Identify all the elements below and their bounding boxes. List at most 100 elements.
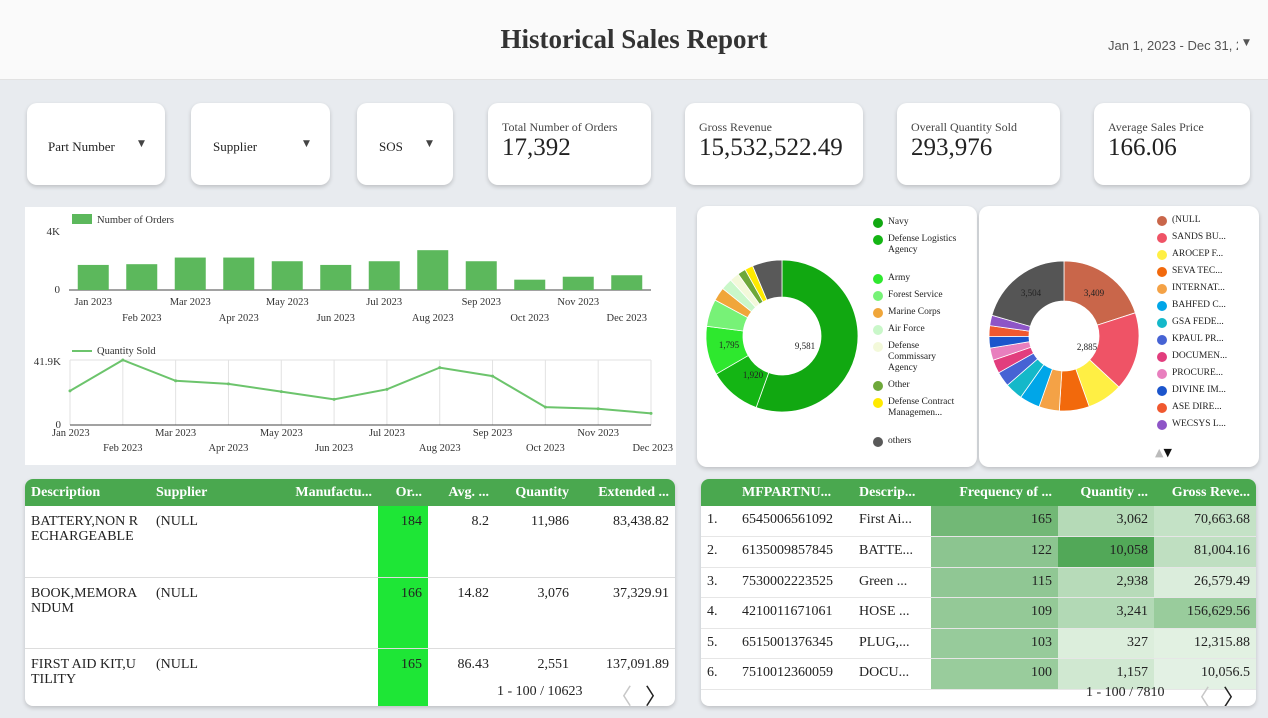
x-tick-label: Jun 2023 <box>315 443 353 454</box>
table-cell: Green ... <box>853 567 931 598</box>
column-header[interactable]: Supplier <box>150 479 275 506</box>
table-cell: BOOK,MEMORANDUM <box>31 585 138 616</box>
filter-label: Part Number <box>48 139 115 154</box>
x-tick-label: Oct 2023 <box>526 443 565 454</box>
table-row[interactable]: BATTERY,NON RECHARGEABLE (NULL 184 8.2 11,98… <box>25 506 675 577</box>
table-cell: 1. <box>701 506 736 537</box>
x-tick-label: Aug 2023 <box>412 313 454 324</box>
sos-filter[interactable]: SOS ▼ <box>357 103 453 185</box>
y-tick-label: 0 <box>55 284 61 296</box>
legend-label: others <box>888 436 912 446</box>
column-header[interactable]: Avg. ... <box>428 479 495 506</box>
table-row[interactable]: 5. 6515001376345 PLUG,... 103 327 12,315.88 <box>701 628 1256 659</box>
legend-swatch <box>1157 352 1167 362</box>
table-cell: 165 <box>931 506 1058 537</box>
x-tick-label: Mar 2023 <box>170 297 211 308</box>
chevron-right-icon[interactable]: 〉 <box>645 679 667 706</box>
column-header[interactable]: Quantity <box>495 479 575 506</box>
data-point <box>226 382 230 386</box>
table-cell: (NULL <box>156 585 198 601</box>
x-tick-label: May 2023 <box>266 297 309 308</box>
legend-swatch <box>1157 250 1167 260</box>
table-cell: 100 <box>931 658 1058 690</box>
kpi-label: Gross Revenue <box>699 120 772 134</box>
table-cell: 7510012360059 <box>736 658 853 690</box>
table-cell: 8.2 <box>471 514 490 529</box>
kpi-average-price: Average Sales Price 166.06 <box>1094 103 1250 185</box>
date-range-picker[interactable]: Jan 1, 2023 - Dec 31, 2023 <box>1108 38 1238 53</box>
column-header[interactable] <box>701 479 736 506</box>
table-row[interactable]: 3. 7530002223525 Green ... 115 2,938 26,579.4… <box>701 567 1256 598</box>
table-cell: 122 <box>931 536 1058 568</box>
column-header[interactable]: Descrip... <box>853 479 931 506</box>
legend-swatch <box>873 291 883 301</box>
table-cell: 83,438.82 <box>613 514 669 529</box>
data-point <box>332 397 336 401</box>
caret-down-icon[interactable]: ▼ <box>303 139 310 149</box>
x-tick-label: May 2023 <box>260 428 303 439</box>
legend-swatch <box>1157 318 1167 328</box>
legend-label: Other <box>888 380 910 390</box>
data-label: 3,409 <box>1084 288 1105 298</box>
kpi-label: Total Number of Orders <box>502 120 618 134</box>
table-row[interactable]: 4. 4210011671061 HOSE ... 109 3,241 156,629.5… <box>701 597 1256 629</box>
agency-donut-chart: 9,581 1,920 1,795 <box>705 259 859 413</box>
column-header[interactable]: Extended ... <box>575 479 675 506</box>
table-row[interactable]: BOOK,MEMORANDUM (NULL 166 14.82 3,076 37,329.… <box>25 577 675 648</box>
table-cell: 184 <box>378 506 428 577</box>
column-header[interactable]: MFPARTNU... <box>736 479 853 506</box>
supplier-filter[interactable]: Supplier ▼ <box>191 103 330 185</box>
table-row[interactable]: 2. 6135009857845 BATTE... 122 10,058 81,004.1… <box>701 536 1256 568</box>
legend-swatch <box>1157 216 1167 226</box>
table-cell: 4. <box>701 597 736 629</box>
legend-swatch <box>1157 284 1167 294</box>
x-tick-label: Sep 2023 <box>473 428 512 439</box>
x-tick-label: Oct 2023 <box>510 313 549 324</box>
kpi-value: 293,976 <box>911 134 993 161</box>
column-header[interactable]: Or... <box>378 479 428 506</box>
column-header[interactable]: Frequency of ... <box>931 479 1058 506</box>
legend-label: Defense Commissary Agency <box>888 341 937 373</box>
caret-down-icon[interactable]: ▼ <box>1243 38 1250 48</box>
legend-label: Marine Corps <box>888 307 941 317</box>
kpi-value: 15,532,522.49 <box>699 134 843 161</box>
x-tick-label: Apr 2023 <box>208 443 248 454</box>
x-tick-label: Sep 2023 <box>462 297 501 308</box>
bar <box>77 264 109 290</box>
kpi-total-orders: Total Number of Orders 17,392 <box>488 103 651 185</box>
legend-label: KPAUL PR... <box>1172 334 1224 344</box>
chevron-left-icon[interactable]: 〈 <box>610 679 632 706</box>
legend-swatch <box>1157 403 1167 413</box>
caret-down-icon[interactable]: ▼ <box>138 139 145 149</box>
legend-label: Forest Service <box>888 290 943 300</box>
table-cell: 86.43 <box>457 656 490 672</box>
legend-swatch <box>1157 386 1167 396</box>
table-cell: 2,938 <box>1058 567 1154 598</box>
column-header[interactable]: Manufactu... <box>275 479 378 506</box>
legend-swatch <box>873 308 883 318</box>
chevron-right-icon[interactable]: 〉 <box>1223 680 1245 706</box>
chevron-left-icon[interactable]: 〈 <box>1188 680 1210 706</box>
table-row[interactable]: 6. 7510012360059 DOCU... 100 1,157 10,056.5 <box>701 658 1256 690</box>
part-number-filter[interactable]: Part Number ▼ <box>27 103 165 185</box>
column-header[interactable]: Quantity ... <box>1058 479 1154 506</box>
kpi-label: Average Sales Price <box>1108 120 1204 134</box>
caret-down-icon[interactable]: ▼ <box>426 139 433 149</box>
x-tick-label: Jan 2023 <box>52 428 90 439</box>
legend-label: SEVA TEC... <box>1172 266 1223 276</box>
data-point <box>596 407 600 411</box>
table-cell: 6. <box>701 658 736 690</box>
legend-label: Number of Orders <box>97 215 174 226</box>
kpi-gross-revenue: Gross Revenue 15,532,522.49 <box>685 103 863 185</box>
column-header[interactable]: Description <box>25 479 150 506</box>
time-series-panel: Number of Orders 4K 0 Jan 2023 Feb 2023 Mar 2… <box>25 207 676 465</box>
bar <box>514 279 546 290</box>
column-header[interactable]: Gross Reve... <box>1154 479 1256 506</box>
legend-swatch <box>1157 301 1167 311</box>
pagination-label: 1 - 100 / 10623 <box>497 684 583 699</box>
table-cell: 327 <box>1058 628 1154 659</box>
x-tick-label: Jun 2023 <box>317 313 355 324</box>
table-row[interactable]: 1. 6545006561092 First Ai... 165 3,062 70,663… <box>701 506 1256 537</box>
legend-pager-icon[interactable]: ▲▼ <box>1155 446 1172 459</box>
table-cell <box>275 577 378 648</box>
